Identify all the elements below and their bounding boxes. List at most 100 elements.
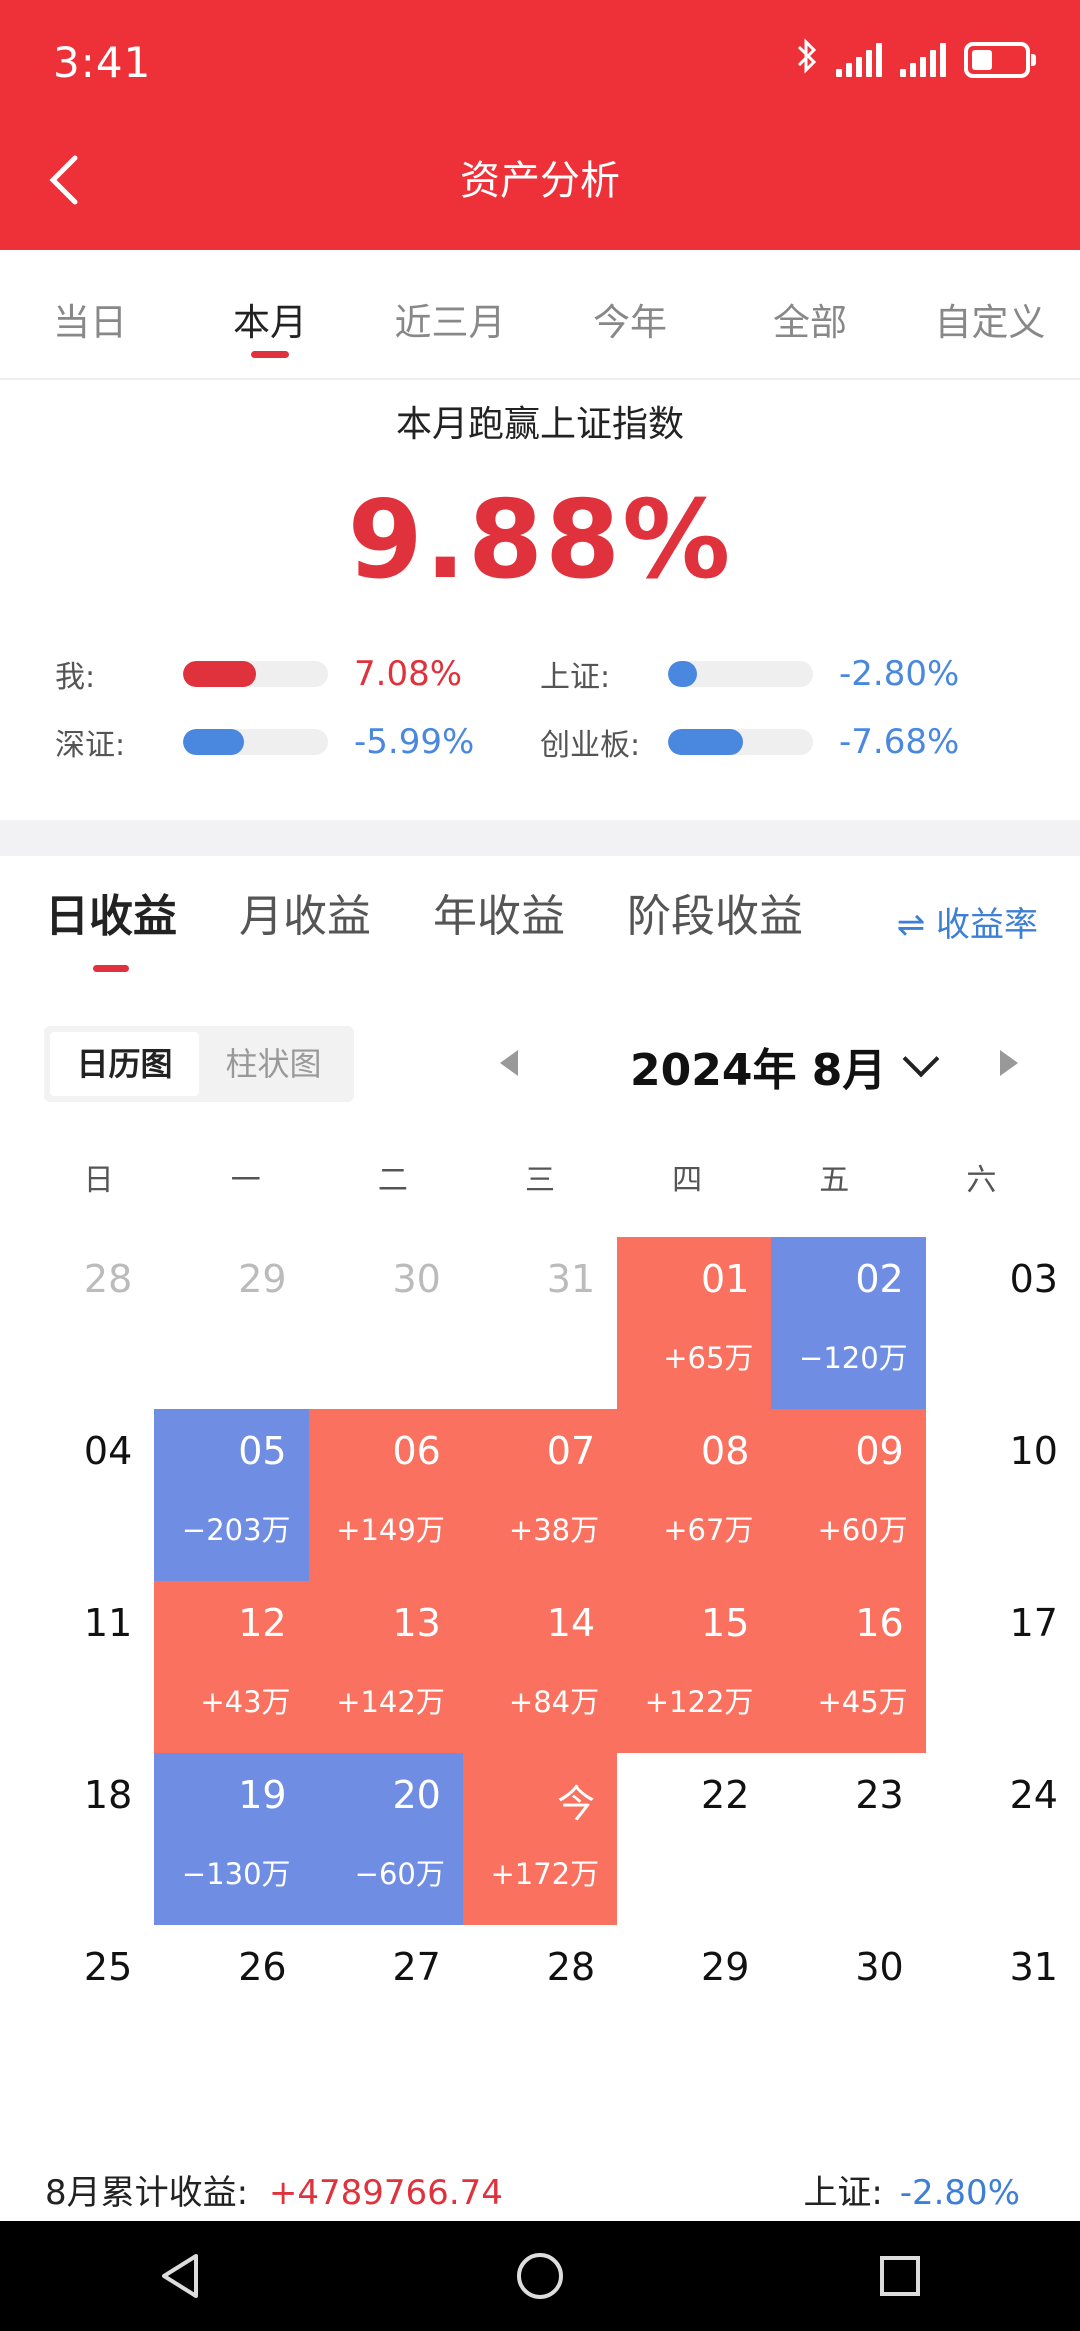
- tab-range-4[interactable]: 全部: [720, 250, 900, 378]
- calendar-day[interactable]: 30: [771, 1925, 925, 2097]
- weekday-header: 日一二三四五六: [25, 1155, 1055, 1199]
- day-number: 23: [855, 1773, 904, 1817]
- cum-summary: 8月累计收益: +4789766.74: [45, 2165, 503, 2214]
- month-selector[interactable]: 2024年 8月: [630, 1034, 940, 1098]
- calendar-grid: 28 29 30 31 01 +65万 02 −120万 03 04 05 −203万 06 +149万 0…: [0, 1237, 1080, 2097]
- calendar-day[interactable]: 12 +43万: [154, 1581, 309, 1753]
- weekday-label: 日: [83, 1163, 114, 1198]
- calendar-day[interactable]: 10: [926, 1409, 1080, 1581]
- calendar-day[interactable]: 01 +65万: [617, 1237, 772, 1409]
- status-icons: [796, 38, 1036, 82]
- beat-value: 9.88%: [347, 478, 733, 603]
- calendar-day[interactable]: 14 +84万: [462, 1581, 618, 1753]
- nav-home-icon[interactable]: [510, 2246, 570, 2306]
- view-toggle-bar[interactable]: 柱状图: [199, 1032, 348, 1096]
- day-number: 24: [1009, 1773, 1058, 1817]
- nav-recents-icon[interactable]: [870, 2246, 930, 2306]
- calendar-day[interactable]: 20 −60万: [308, 1753, 463, 1925]
- day-number: 28: [546, 1945, 596, 1989]
- weekday-label: 一: [230, 1163, 261, 1198]
- tab-range-0[interactable]: 当日: [0, 250, 180, 378]
- calendar-day[interactable]: 22: [617, 1753, 771, 1925]
- tab-range-1[interactable]: 本月: [180, 250, 360, 378]
- tab-range-5[interactable]: 自定义: [900, 250, 1080, 378]
- day-number: 30: [392, 1257, 441, 1301]
- calendar-day[interactable]: 06 +149万: [308, 1409, 463, 1581]
- day-number: 16: [855, 1601, 904, 1645]
- calendar-day[interactable]: 03: [926, 1237, 1080, 1409]
- calendar-day[interactable]: 09 +60万: [771, 1409, 926, 1581]
- tab-range-2[interactable]: 近三月: [360, 250, 540, 378]
- nav-back-icon[interactable]: [150, 2246, 210, 2306]
- day-pnl: +65万: [663, 1341, 754, 1375]
- day-number: 15: [701, 1601, 750, 1645]
- calendar-day[interactable]: 17: [926, 1581, 1080, 1753]
- calendar-day[interactable]: 28: [0, 1237, 154, 1409]
- compare-value: -7.68%: [839, 722, 960, 762]
- calendar-week: 18 19 −130万 20 −60万 今 +172万 22 23 24: [0, 1753, 1080, 1925]
- calendar-day[interactable]: 07 +38万: [462, 1409, 618, 1581]
- calendar-day[interactable]: 18: [0, 1753, 154, 1925]
- calendar-day[interactable]: 29: [154, 1237, 308, 1409]
- range-tabs: 当日 本月 近三月 今年 全部 自定义: [0, 250, 1080, 380]
- day-number: 03: [1009, 1257, 1058, 1301]
- calendar-day[interactable]: 16 +45万: [771, 1581, 926, 1753]
- calendar-day[interactable]: 29: [617, 1925, 771, 2097]
- compare-track: [183, 729, 328, 755]
- calendar-day[interactable]: 02 −120万: [771, 1237, 926, 1409]
- calendar-day[interactable]: 11: [0, 1581, 154, 1753]
- calendar-day[interactable]: 31: [926, 1925, 1080, 2097]
- index-label: 上证:: [803, 2173, 883, 2213]
- day-pnl: −203万: [181, 1513, 291, 1547]
- calendar-day[interactable]: 31: [463, 1237, 617, 1409]
- tab-return-1[interactable]: 月收益: [239, 880, 371, 944]
- day-number: 29: [238, 1257, 287, 1301]
- calendar-day[interactable]: 08 +67万: [617, 1409, 772, 1581]
- tab-range-3[interactable]: 今年: [540, 250, 720, 378]
- tab-return-3[interactable]: 阶段收益: [627, 880, 803, 944]
- day-number: 04: [83, 1429, 133, 1473]
- tab-return-0[interactable]: 日收益: [45, 880, 177, 972]
- compare-fill: [668, 729, 744, 755]
- status-time: 3:41: [53, 38, 152, 87]
- calendar-day[interactable]: 19 −130万: [154, 1753, 309, 1925]
- compare-track: [668, 661, 813, 687]
- day-number: 20: [392, 1773, 441, 1817]
- weekday-label: 四: [672, 1163, 703, 1198]
- calendar-day[interactable]: 04: [0, 1409, 154, 1581]
- calendar-day[interactable]: 今 +172万: [462, 1753, 618, 1925]
- day-pnl: +45万: [817, 1685, 908, 1719]
- section-divider: [0, 820, 1080, 856]
- calendar-day[interactable]: 30: [309, 1237, 463, 1409]
- calendar-day[interactable]: 25: [0, 1925, 154, 2097]
- calendar-day[interactable]: 15 +122万: [617, 1581, 772, 1753]
- calendar-day[interactable]: 13 +142万: [308, 1581, 463, 1753]
- calendar-day[interactable]: 26: [154, 1925, 308, 2097]
- view-toggle-calendar[interactable]: 日历图: [50, 1032, 199, 1096]
- prev-month-icon[interactable]: [500, 1050, 518, 1076]
- day-number: 27: [392, 1945, 441, 1989]
- calendar-day[interactable]: 23: [771, 1753, 925, 1925]
- tab-return-2[interactable]: 年收益: [433, 880, 565, 944]
- day-number: 13: [392, 1601, 441, 1645]
- signal-icon-2: [900, 43, 946, 77]
- compare-value: -5.99%: [354, 722, 475, 762]
- day-number: 07: [546, 1429, 596, 1473]
- compare-cyb: 创业板: -7.68%: [540, 720, 959, 764]
- day-pnl: +43万: [200, 1685, 291, 1719]
- calendar-day[interactable]: 05 −203万: [154, 1409, 309, 1581]
- calendar-week: 28 29 30 31 01 +65万 02 −120万 03: [0, 1237, 1080, 1409]
- calendar-day[interactable]: 24: [926, 1753, 1080, 1925]
- calendar-week: 11 12 +43万 13 +142万 14 +84万 15 +122万 16 +45万 17: [0, 1581, 1080, 1753]
- next-month-icon[interactable]: [1000, 1050, 1018, 1076]
- calendar-day[interactable]: 27: [309, 1925, 463, 2097]
- system-nav-bar: [0, 2221, 1080, 2331]
- day-number: 28: [83, 1257, 133, 1301]
- rate-toggle-button[interactable]: ⇌ 收益率: [897, 897, 1038, 946]
- day-number: 今: [557, 1782, 596, 1826]
- day-number: 01: [701, 1257, 750, 1301]
- day-number: 31: [1009, 1945, 1058, 1989]
- compare-sz: 深证: -5.99%: [55, 720, 474, 764]
- day-number: 11: [83, 1601, 133, 1645]
- calendar-day[interactable]: 28: [463, 1925, 617, 2097]
